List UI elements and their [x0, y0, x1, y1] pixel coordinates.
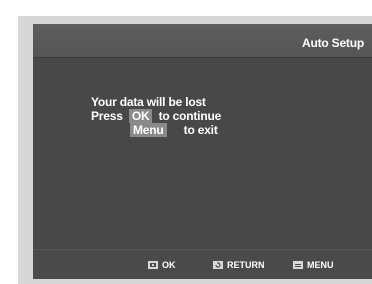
- return-hint[interactable]: RETURN: [213, 260, 265, 270]
- message-line-3: Menu to exit: [91, 123, 221, 137]
- ok-key-button[interactable]: OK: [128, 109, 153, 123]
- exit-label: to exit: [183, 123, 218, 137]
- osd-screen: Auto Setup Your data will be lost Press …: [33, 24, 372, 279]
- message-line-1: Your data will be lost: [91, 95, 221, 109]
- button-hint-bar: OK RETURN MENU: [33, 249, 372, 279]
- continue-label: to continue: [158, 109, 222, 123]
- menu-hint[interactable]: MENU: [293, 260, 334, 270]
- ok-hint-label: OK: [162, 260, 176, 270]
- title-bar: Auto Setup: [33, 24, 372, 58]
- page-title: Auto Setup: [302, 36, 364, 50]
- message-line-2: Press OK to continue: [91, 109, 221, 123]
- warning-message: Your data will be lost Press OK to conti…: [91, 95, 221, 137]
- menu-icon: [293, 261, 303, 269]
- press-label: Press: [91, 109, 123, 123]
- return-hint-label: RETURN: [227, 260, 265, 270]
- menu-key-button[interactable]: Menu: [130, 123, 167, 137]
- return-icon: [213, 261, 223, 269]
- menu-hint-label: MENU: [307, 260, 334, 270]
- ok-icon: [148, 261, 158, 269]
- ok-hint[interactable]: OK: [148, 260, 176, 270]
- data-loss-warning: Your data will be lost: [91, 95, 206, 109]
